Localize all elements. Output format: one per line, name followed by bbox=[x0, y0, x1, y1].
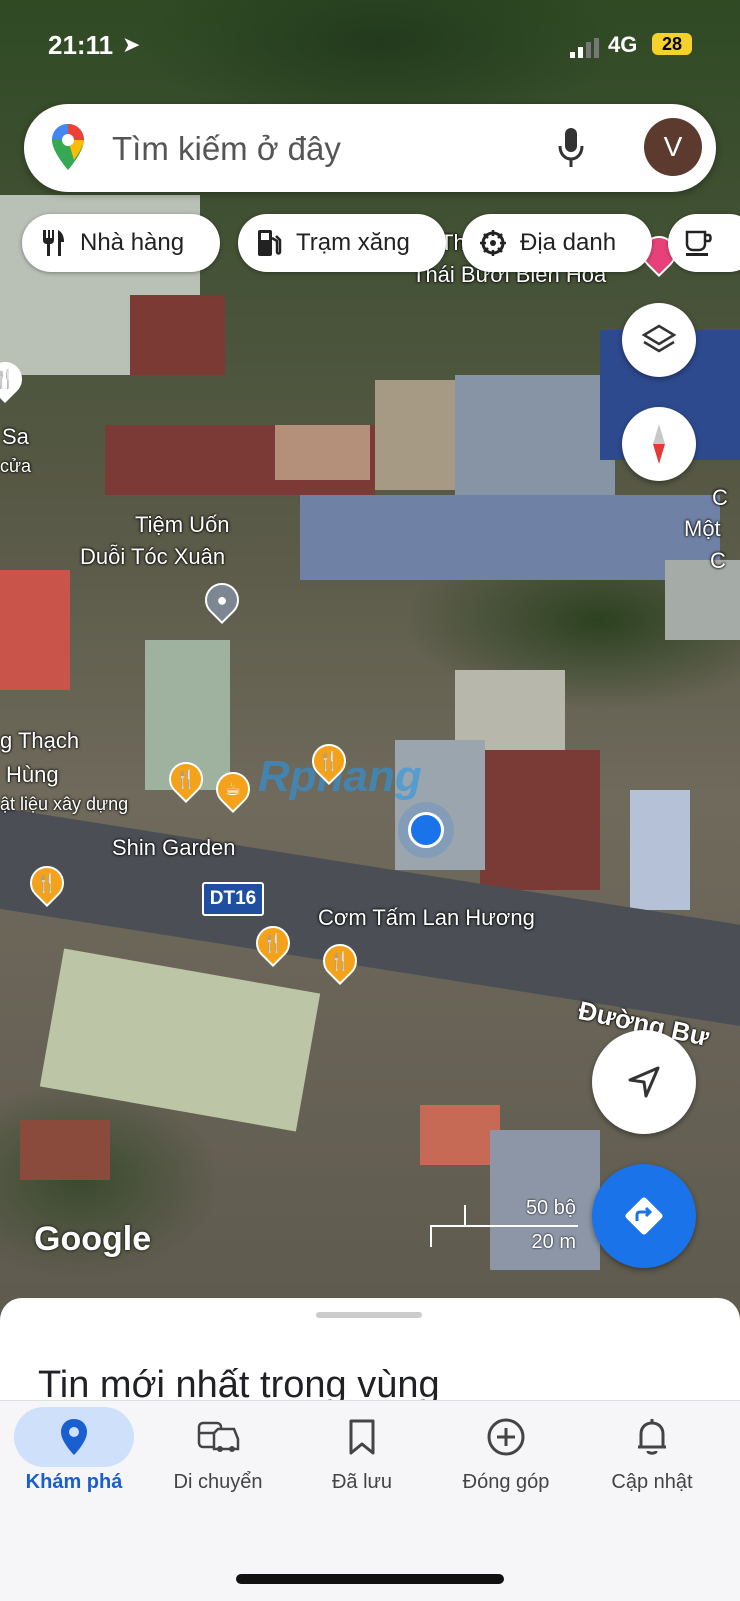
nav-explore[interactable]: Khám phá bbox=[0, 1401, 148, 1521]
poi-label[interactable]: Một bbox=[684, 516, 721, 542]
battery-indicator: 28 bbox=[652, 33, 692, 55]
building-roof bbox=[455, 670, 565, 750]
poi-label[interactable]: C bbox=[710, 548, 726, 574]
navigation-arrow-icon bbox=[628, 1066, 660, 1098]
building-roof bbox=[275, 425, 370, 480]
landmark-icon bbox=[478, 228, 508, 258]
signal-icon bbox=[570, 38, 599, 58]
nav-label: Cập nhật bbox=[611, 1471, 693, 1493]
poi-sublabel: cửa bbox=[0, 456, 32, 476]
avatar[interactable]: V bbox=[644, 118, 702, 176]
microphone-icon[interactable] bbox=[556, 126, 586, 170]
add-circle-icon bbox=[446, 1407, 566, 1467]
compass-button[interactable] bbox=[622, 407, 696, 481]
bottom-navigation: Khám phá Di chuyển Đã lưu Đóng góp Cập n… bbox=[0, 1400, 740, 1601]
chip-restaurants[interactable]: Nhà hàng bbox=[22, 214, 220, 272]
home-indicator[interactable] bbox=[236, 1574, 504, 1584]
compass-icon bbox=[653, 424, 665, 464]
bookmark-icon bbox=[302, 1407, 422, 1467]
nav-saved[interactable]: Đã lưu bbox=[288, 1401, 436, 1521]
google-logo: Google bbox=[34, 1220, 152, 1258]
nav-label: Khám phá bbox=[25, 1471, 123, 1493]
nav-commute[interactable]: Di chuyển bbox=[144, 1401, 292, 1521]
chip-label: Địa danh bbox=[520, 229, 617, 256]
directions-icon bbox=[625, 1197, 663, 1235]
nav-label: Đã lưu bbox=[331, 1471, 393, 1493]
location-arrow-icon: ➤ bbox=[122, 32, 141, 57]
status-time: 21:11 bbox=[48, 30, 114, 60]
poi-label[interactable]: Tiệm Uốn bbox=[135, 512, 230, 538]
building-roof bbox=[39, 948, 321, 1132]
network-type: 4G bbox=[608, 32, 638, 57]
scale-ft-label: 50 bộ bbox=[525, 1197, 576, 1219]
poi-label[interactable]: C bbox=[712, 485, 728, 511]
nav-label: Di chuyển bbox=[173, 1471, 263, 1493]
poi-sublabel: ật liệu xây dựng bbox=[0, 794, 129, 814]
building-roof bbox=[665, 560, 740, 640]
layers-button[interactable] bbox=[622, 303, 696, 377]
my-location-dot[interactable] bbox=[408, 812, 444, 848]
poi-label[interactable]: Hùng bbox=[6, 762, 59, 788]
poi-label[interactable]: Shin Garden bbox=[112, 835, 236, 861]
gas-station-icon bbox=[254, 228, 284, 258]
sheet-drag-handle[interactable] bbox=[316, 1312, 422, 1318]
my-location-button[interactable] bbox=[592, 1030, 696, 1134]
building-roof bbox=[20, 1120, 110, 1180]
nav-label: Đóng góp bbox=[462, 1471, 550, 1493]
directions-button[interactable] bbox=[592, 1164, 696, 1268]
search-bar[interactable]: Tìm kiếm ở đây V bbox=[24, 104, 716, 192]
location-pin-icon[interactable]: ● bbox=[197, 575, 247, 625]
road-shield: DT16 bbox=[202, 882, 264, 916]
scale-m-label: 20 m bbox=[531, 1231, 576, 1253]
poi-label[interactable]: Cơm Tấm Lan Hương bbox=[318, 905, 535, 931]
explore-pin-icon bbox=[14, 1407, 134, 1467]
coffee-icon bbox=[684, 228, 714, 258]
poi-label[interactable]: g Thạch bbox=[0, 728, 79, 754]
building-roof bbox=[420, 1105, 500, 1165]
bell-icon bbox=[592, 1407, 712, 1467]
status-bar: 21:11 ➤ 4G 28 bbox=[0, 0, 740, 90]
scale-bar: 50 bộ 20 m bbox=[430, 1195, 580, 1255]
building-roof bbox=[0, 570, 70, 690]
layers-icon bbox=[641, 324, 677, 353]
poi-label[interactable]: Duỗi Tóc Xuân bbox=[80, 544, 225, 570]
building-roof bbox=[300, 495, 720, 580]
building-roof bbox=[630, 790, 690, 910]
restaurant-icon bbox=[38, 228, 68, 258]
building-roof bbox=[455, 375, 615, 495]
building-roof bbox=[480, 750, 600, 890]
search-input[interactable]: Tìm kiếm ở đây bbox=[112, 130, 341, 168]
maps-logo-icon bbox=[52, 124, 84, 170]
chip-gas-stations[interactable]: Trạm xăng bbox=[238, 214, 446, 272]
commute-icon bbox=[158, 1407, 278, 1467]
chip-label: Nhà hàng bbox=[80, 229, 185, 256]
chip-coffee[interactable] bbox=[668, 214, 740, 272]
nav-updates[interactable]: Cập nhật bbox=[578, 1401, 726, 1521]
chip-label: Trạm xăng bbox=[296, 229, 410, 256]
chip-landmarks[interactable]: Địa danh bbox=[462, 214, 652, 272]
building-roof bbox=[130, 295, 225, 375]
poi-label[interactable]: Sa bbox=[2, 424, 29, 450]
nav-contribute[interactable]: Đóng góp bbox=[432, 1401, 580, 1521]
